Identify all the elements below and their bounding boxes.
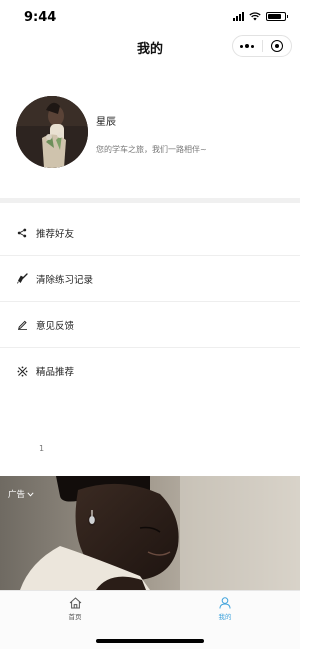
chevron-down-icon: [27, 491, 34, 497]
section-divider: [0, 198, 300, 203]
share-icon: [16, 227, 28, 239]
menu-item-featured[interactable]: 精品推荐: [0, 348, 300, 394]
ad-image: [0, 476, 300, 590]
ad-label[interactable]: 广告: [8, 488, 34, 500]
menu-item-clear-records[interactable]: 清除练习记录: [0, 256, 300, 302]
menu-item-feedback[interactable]: 意见反馈: [0, 302, 300, 348]
tab-label: 首页: [68, 613, 82, 621]
battery-icon: [266, 12, 288, 21]
avatar[interactable]: [16, 96, 88, 168]
cellular-signal-icon: [233, 12, 244, 21]
user-motto: 您的学车之旅，我们一路相伴~: [96, 145, 207, 154]
tab-me[interactable]: 我的: [195, 597, 255, 621]
more-icon[interactable]: [233, 44, 262, 48]
menu-item-label: 精品推荐: [36, 367, 75, 378]
pen-icon: [16, 319, 28, 331]
person-icon: [219, 597, 231, 609]
wifi-icon: [249, 12, 261, 21]
target-icon: [270, 40, 283, 52]
ad-label-text: 广告: [8, 490, 26, 500]
menu-item-recommend-friends[interactable]: 推荐好友: [0, 210, 300, 256]
close-mini-program-button[interactable]: [263, 40, 292, 52]
tab-label: 我的: [218, 613, 232, 621]
home-indicator[interactable]: [96, 639, 204, 643]
home-icon: [69, 597, 81, 609]
advertisement-banner[interactable]: 广告: [0, 476, 300, 590]
page-indicator: 1: [39, 444, 45, 453]
menu-item-label: 推荐好友: [36, 228, 75, 240]
navbar: 我的: [0, 34, 300, 60]
tab-home[interactable]: 首页: [45, 597, 105, 621]
asterisk-icon: [16, 365, 28, 377]
menu-item-label: 意见反馈: [36, 320, 75, 332]
status-icons: [233, 12, 288, 21]
profile-card[interactable]: 星辰 您的学车之旅，我们一路相伴~: [0, 80, 300, 198]
user-name: 星辰: [96, 117, 116, 128]
broom-icon: [16, 273, 28, 285]
status-bar: 9:44: [0, 0, 300, 36]
status-time: 9:44: [24, 10, 57, 25]
mini-program-capsule: [232, 35, 292, 57]
menu-item-label: 清除练习记录: [36, 274, 94, 286]
settings-menu: 推荐好友 清除练习记录 意见反馈 精品推荐: [0, 210, 300, 394]
avatar-image: [16, 96, 88, 168]
